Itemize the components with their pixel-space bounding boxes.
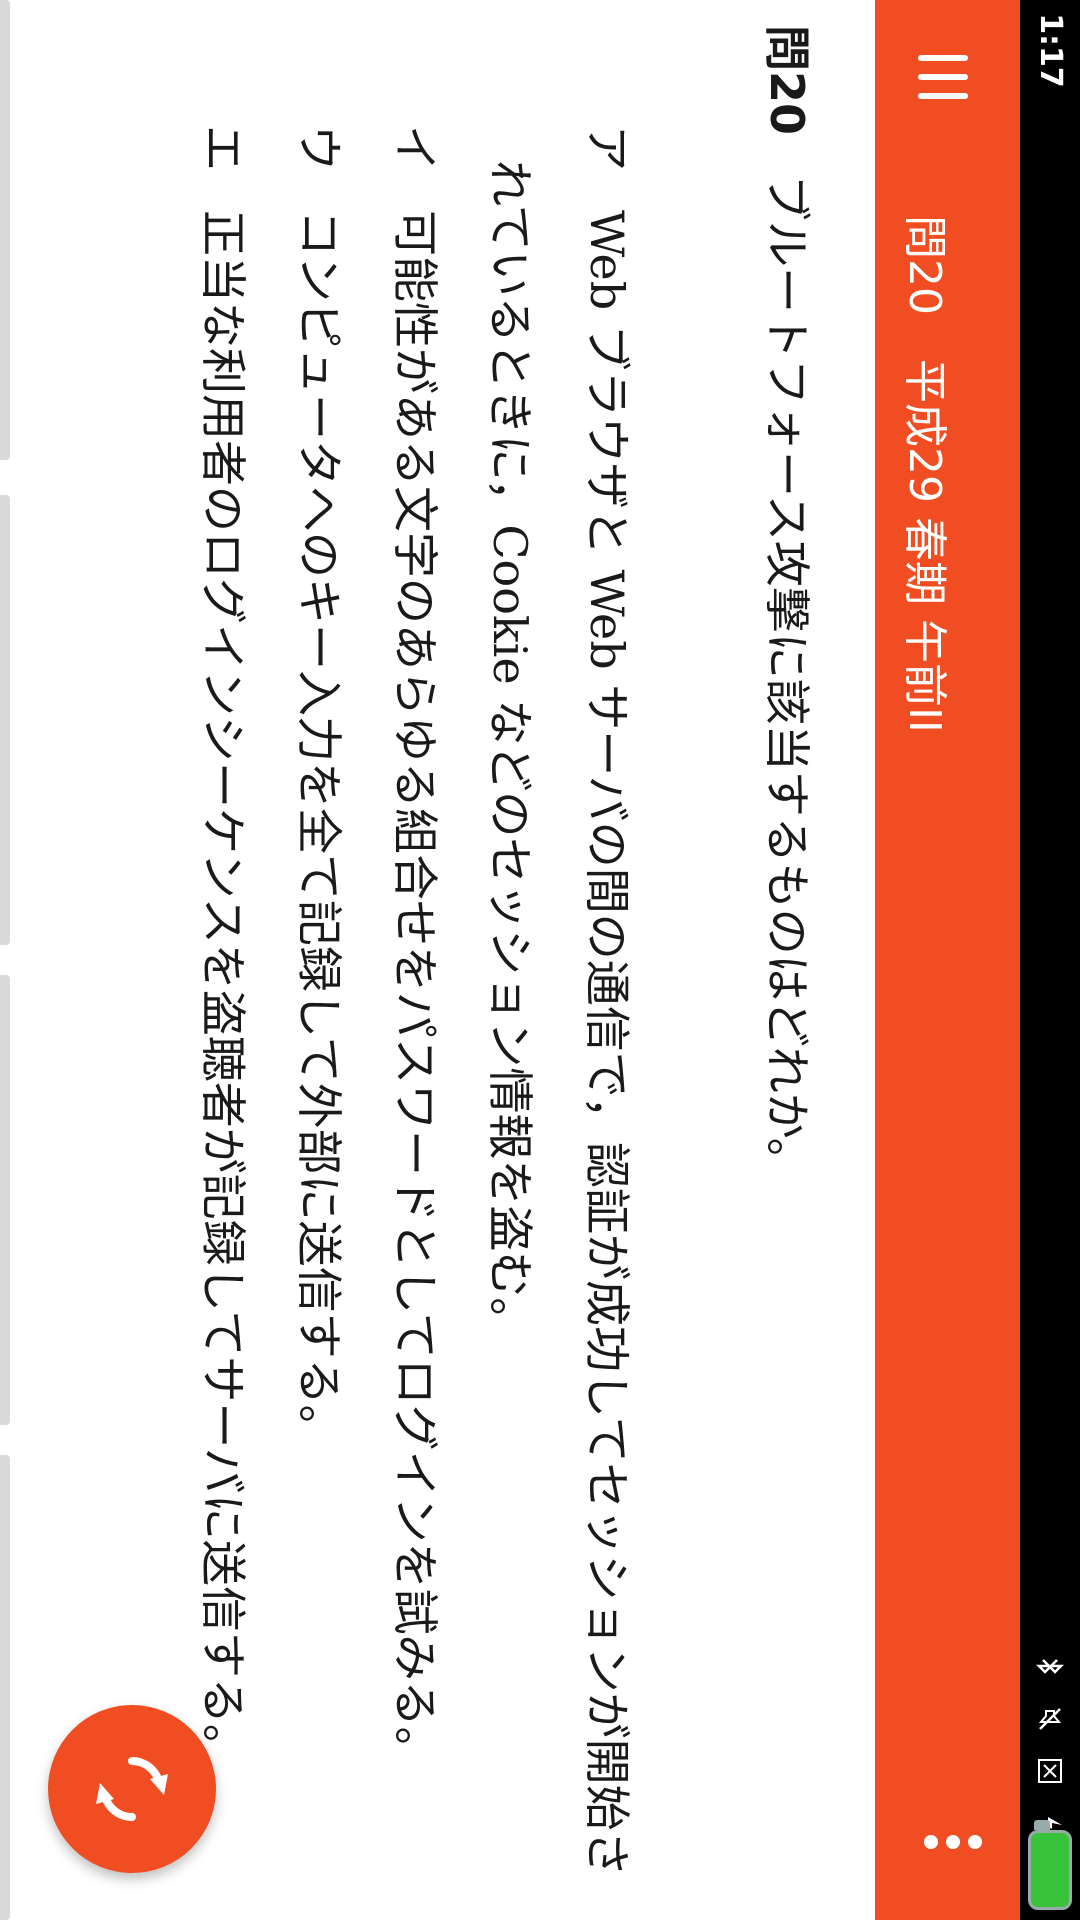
edge-card	[0, 1455, 10, 1920]
more-options-icon[interactable]	[924, 1835, 984, 1851]
refresh-button[interactable]	[48, 1705, 216, 1873]
refresh-icon	[96, 1757, 168, 1821]
bluetooth-icon	[1033, 1650, 1067, 1684]
battery-tip	[1034, 1820, 1050, 1830]
status-time: 1:17	[1032, 12, 1068, 88]
edge-card	[0, 975, 10, 1425]
status-icons	[1030, 1650, 1070, 1840]
menu-icon[interactable]	[918, 55, 968, 99]
edge-card	[0, 0, 10, 460]
edge-card	[0, 495, 10, 945]
battery-icon	[1028, 1830, 1072, 1910]
mute-icon	[1033, 1702, 1067, 1736]
close-box-icon	[1033, 1754, 1067, 1788]
status-bar: 1:17	[1020, 0, 1080, 1920]
